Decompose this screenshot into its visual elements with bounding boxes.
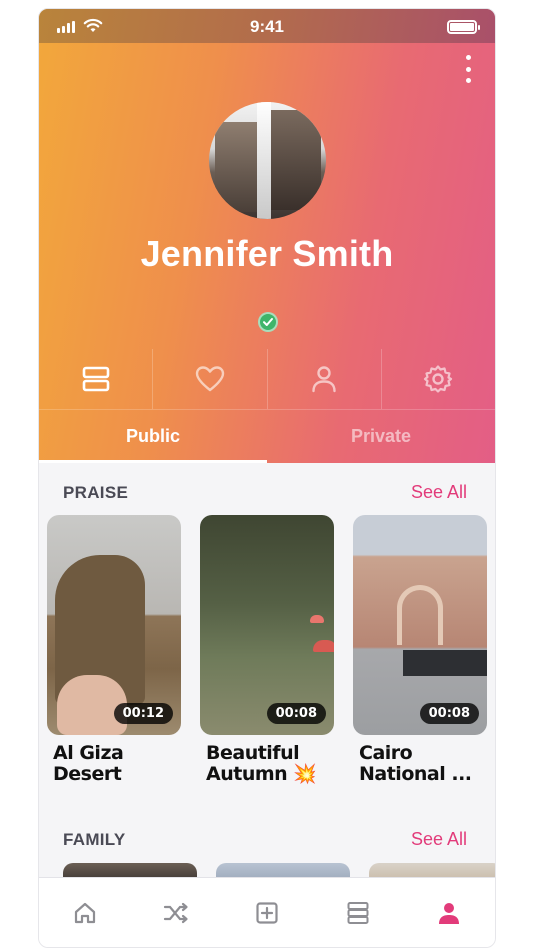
shuffle-icon (163, 902, 188, 923)
list-icon (347, 901, 369, 924)
tab-shuffle[interactable] (130, 878, 221, 947)
praise-video-list: 00:12 Al Giza Desert 00:08 Beautiful Aut… (47, 515, 495, 805)
more-options-button[interactable] (463, 55, 473, 83)
see-all-family-link[interactable]: See All (411, 829, 467, 850)
video-thumbnail: 00:08 (200, 515, 334, 735)
profile-name: Jennifer Smith (140, 233, 394, 274)
dot-icon (465, 66, 471, 72)
video-duration: 00:12 (113, 703, 173, 724)
tab-public[interactable]: Public (39, 410, 267, 463)
video-title: Al Giza Desert (53, 742, 124, 785)
video-title: Beautiful Autumn 💥 (206, 742, 317, 785)
visibility-segmented-control: Public Private (39, 409, 495, 463)
heart-icon (195, 366, 225, 392)
profile-icon (439, 902, 460, 924)
bottom-tab-bar (39, 877, 495, 947)
phone-screen: 9:41 Jennifer Smith Public Private PRAIS… (38, 8, 496, 948)
battery-icon (447, 20, 480, 34)
favorites-button[interactable] (153, 349, 268, 409)
verified-check-icon (258, 312, 278, 332)
video-duration: 00:08 (266, 703, 326, 724)
tab-private[interactable]: Private (267, 410, 495, 463)
section-title-praise: PRAISE (63, 483, 129, 502)
profile-header: 9:41 Jennifer Smith Public Private (39, 9, 495, 463)
dot-icon (465, 55, 471, 60)
person-icon (312, 366, 336, 393)
video-card[interactable]: 00:12 Al Giza Desert (47, 515, 181, 785)
video-title: Cairo National ... (359, 742, 472, 785)
add-icon (256, 901, 278, 924)
followers-button[interactable] (268, 349, 382, 409)
dot-icon (465, 78, 471, 83)
tab-profile[interactable] (404, 878, 495, 947)
video-card[interactable]: 00:08 Cairo National ... (353, 515, 487, 785)
video-duration: 00:08 (419, 703, 479, 724)
gear-icon (424, 365, 453, 393)
tab-add[interactable] (221, 878, 312, 947)
video-thumbnail: 00:08 (353, 515, 487, 735)
section-title-family: FAMILY (63, 830, 126, 849)
video-thumbnail: 00:12 (47, 515, 181, 735)
avatar[interactable] (209, 102, 326, 219)
tab-list[interactable] (313, 878, 404, 947)
home-icon (74, 902, 95, 923)
posts-view-button[interactable] (39, 349, 154, 409)
profile-icon-row (39, 349, 495, 409)
settings-button[interactable] (382, 349, 495, 409)
status-time: 9:41 (249, 17, 285, 36)
tab-home[interactable] (39, 878, 130, 947)
status-bar: 9:41 (39, 9, 495, 43)
list-icon (82, 366, 109, 392)
see-all-praise-link[interactable]: See All (411, 482, 467, 503)
video-card[interactable]: 00:08 Beautiful Autumn 💥 (200, 515, 334, 785)
